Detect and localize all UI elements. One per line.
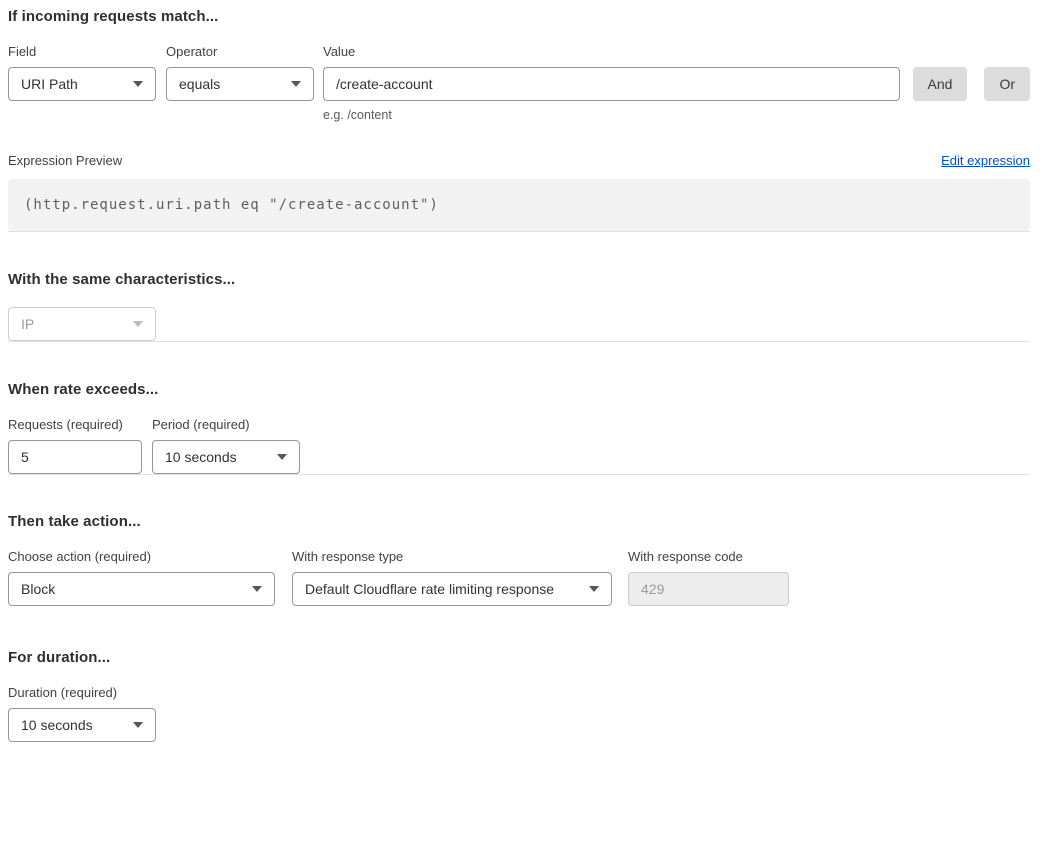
field-select-value: URI Path xyxy=(21,76,78,92)
chevron-down-icon xyxy=(277,454,287,460)
duration-select-value: 10 seconds xyxy=(21,717,93,733)
response-code-label: With response code xyxy=(628,549,789,565)
operator-label: Operator xyxy=(166,44,314,60)
characteristic-select-value: IP xyxy=(21,316,34,332)
action-heading: Then take action... xyxy=(8,513,1030,530)
response-type-select-value: Default Cloudflare rate limiting respons… xyxy=(305,581,554,597)
choose-action-label: Choose action (required) xyxy=(8,549,275,565)
duration-label: Duration (required) xyxy=(8,685,1030,701)
value-input[interactable] xyxy=(323,67,900,101)
period-select[interactable]: 10 seconds xyxy=(152,440,300,474)
characteristic-select: IP xyxy=(8,307,156,341)
expression-preview-label: Expression Preview xyxy=(8,153,122,168)
duration-heading: For duration... xyxy=(8,649,1030,666)
operator-select-value: equals xyxy=(179,76,220,92)
divider xyxy=(8,474,1030,475)
value-label: Value xyxy=(323,44,900,60)
divider xyxy=(8,231,1030,232)
section-rate: When rate exceeds... Requests (required)… xyxy=(8,381,1030,474)
incoming-requests-heading: If incoming requests match... xyxy=(8,8,1030,25)
value-helper-text: e.g. /content xyxy=(323,108,900,122)
section-duration: For duration... Duration (required) 10 s… xyxy=(8,649,1030,742)
chevron-down-icon xyxy=(589,586,599,592)
duration-select[interactable]: 10 seconds xyxy=(8,708,156,742)
expression-preview-code: (http.request.uri.path eq "/create-accou… xyxy=(8,179,1030,231)
value-column: Value e.g. /content xyxy=(323,44,900,122)
action-row: Choose action (required) Block With resp… xyxy=(8,549,1030,606)
period-column: Period (required) 10 seconds xyxy=(152,417,300,474)
period-label: Period (required) xyxy=(152,417,300,433)
section-action: Then take action... Choose action (requi… xyxy=(8,513,1030,606)
requests-column: Requests (required) xyxy=(8,417,142,474)
chevron-down-icon xyxy=(252,586,262,592)
choose-action-column: Choose action (required) Block xyxy=(8,549,275,606)
response-type-column: With response type Default Cloudflare ra… xyxy=(292,549,612,606)
chevron-down-icon xyxy=(133,81,143,87)
rate-limiting-rule-form: If incoming requests match... Field URI … xyxy=(8,8,1030,742)
or-button[interactable]: Or xyxy=(984,67,1030,101)
condition-row: Field URI Path Operator equals Value e.g… xyxy=(8,44,1030,122)
response-type-label: With response type xyxy=(292,549,612,565)
requests-input[interactable] xyxy=(8,440,142,474)
section-characteristics: With the same characteristics... IP xyxy=(8,271,1030,341)
field-select[interactable]: URI Path xyxy=(8,67,156,101)
chevron-down-icon xyxy=(133,321,143,327)
field-column: Field URI Path xyxy=(8,44,156,101)
divider xyxy=(8,341,1030,342)
connector-buttons: And Or xyxy=(913,44,1030,101)
expression-preview-header: Expression Preview Edit expression xyxy=(8,153,1030,168)
rate-heading: When rate exceeds... xyxy=(8,381,1030,398)
requests-label: Requests (required) xyxy=(8,417,142,433)
chevron-down-icon xyxy=(133,722,143,728)
period-select-value: 10 seconds xyxy=(165,449,237,465)
response-type-select[interactable]: Default Cloudflare rate limiting respons… xyxy=(292,572,612,606)
field-label: Field xyxy=(8,44,156,60)
response-code-input xyxy=(628,572,789,606)
characteristics-heading: With the same characteristics... xyxy=(8,271,1030,288)
rate-row: Requests (required) Period (required) 10… xyxy=(8,417,1030,474)
operator-select[interactable]: equals xyxy=(166,67,314,101)
operator-column: Operator equals xyxy=(166,44,314,101)
and-button[interactable]: And xyxy=(913,67,968,101)
choose-action-select-value: Block xyxy=(21,581,55,597)
response-code-column: With response code xyxy=(628,549,789,606)
edit-expression-link[interactable]: Edit expression xyxy=(941,153,1030,168)
section-incoming-requests: If incoming requests match... Field URI … xyxy=(8,8,1030,231)
choose-action-select[interactable]: Block xyxy=(8,572,275,606)
chevron-down-icon xyxy=(291,81,301,87)
